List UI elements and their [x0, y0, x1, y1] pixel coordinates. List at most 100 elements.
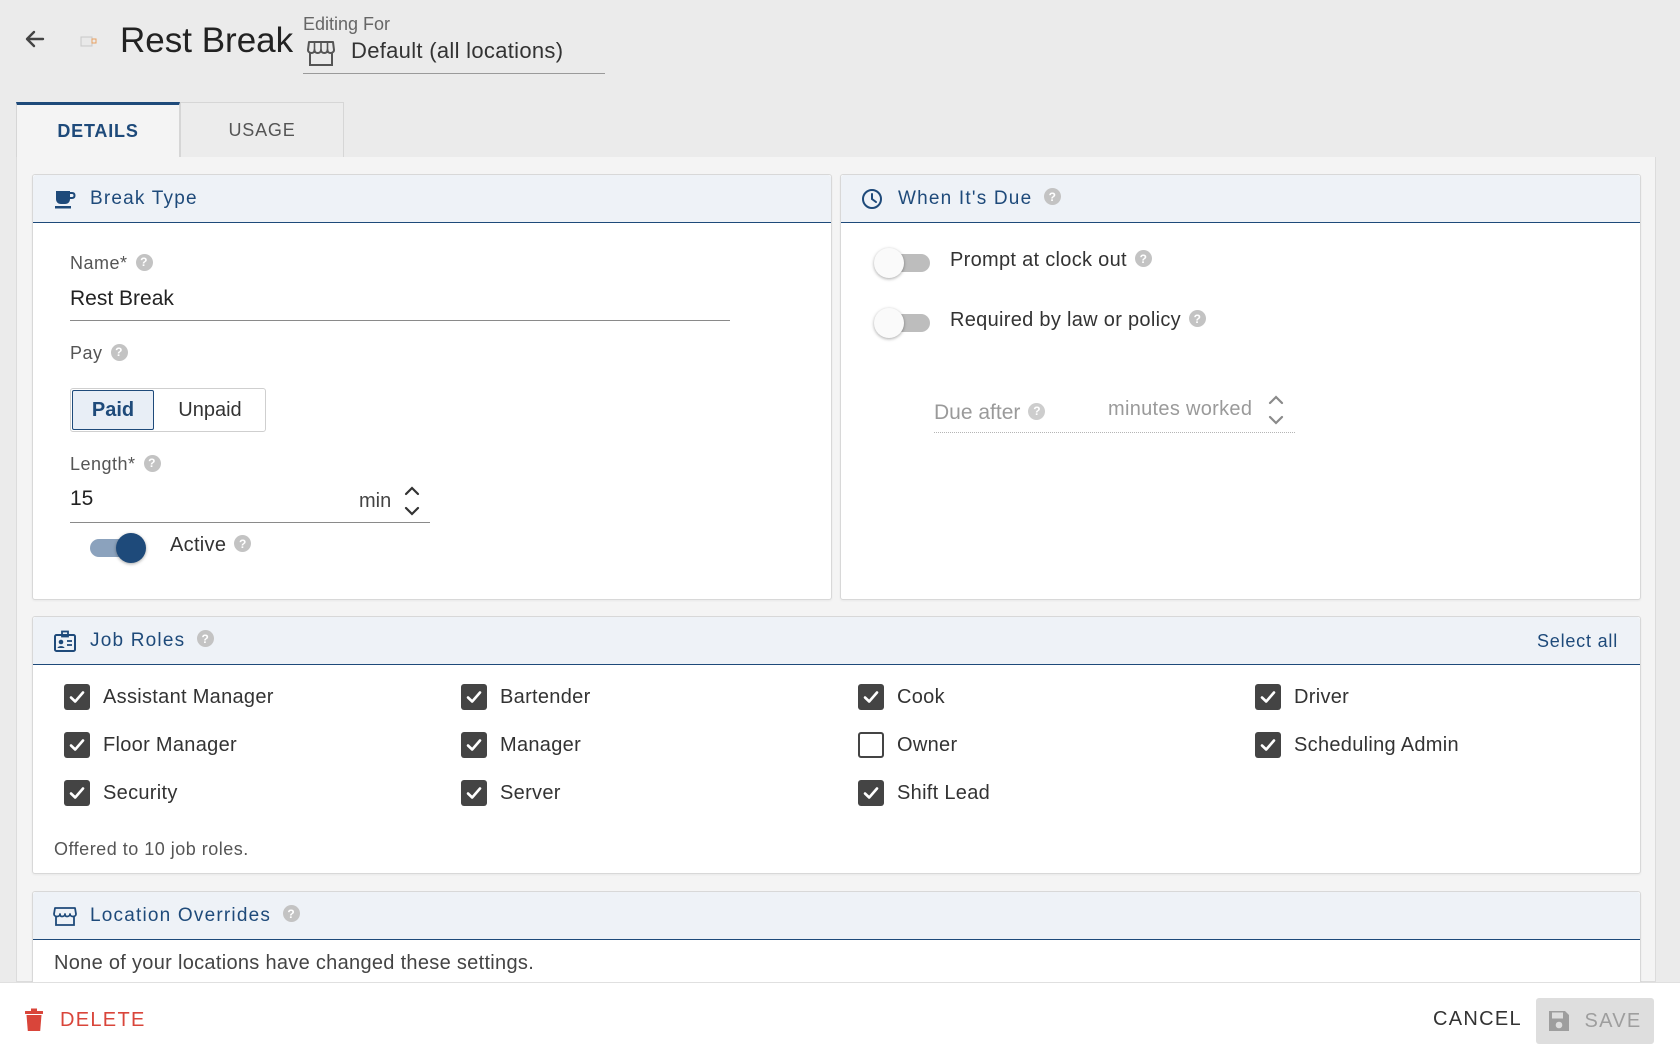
pay-unpaid-button[interactable]: Unpaid [155, 389, 265, 431]
stepper-arrows-icon[interactable] [401, 481, 423, 521]
pay-label-row: Pay? [70, 343, 128, 364]
job-role-checkbox[interactable]: Driver [1255, 684, 1349, 710]
checkbox-checked-icon [64, 732, 90, 758]
page-title: Rest Break [120, 21, 294, 60]
tab-details[interactable]: DETAILS [16, 102, 180, 158]
job-roles-card: Job Roles? Select all Assistant Manager B… [32, 616, 1641, 874]
length-unit: min [359, 490, 392, 512]
job-role-checkbox[interactable]: Assistant Manager [64, 684, 274, 710]
job-roles-title-text: Job Roles [90, 630, 186, 651]
footer-bar: DELETE CANCEL SAVE [0, 982, 1680, 1058]
help-icon[interactable]: ? [1134, 250, 1152, 268]
pay-label: Pay [70, 343, 103, 363]
job-role-checkbox[interactable]: Manager [461, 732, 581, 758]
required-policy-label-row: Required by law or policy? [950, 309, 1206, 332]
switch-knob [874, 308, 904, 338]
job-role-checkbox[interactable]: Security [64, 780, 178, 806]
tab-usage[interactable]: USAGE [180, 102, 344, 158]
job-role-checkbox[interactable]: Server [461, 780, 561, 806]
job-role-label: Owner [897, 733, 958, 756]
break-type-card: Break Type Name*? Pay? Paid Unpaid Lengt… [32, 174, 832, 600]
length-label: Length* [70, 454, 136, 474]
length-stepper: min [70, 481, 430, 523]
arrow-left-icon [25, 30, 45, 48]
required-policy-switch[interactable] [874, 307, 932, 338]
floppy-disk-icon [1549, 1011, 1570, 1031]
location-overrides-title-text: Location Overrides [90, 905, 272, 926]
clock-icon [862, 189, 882, 209]
help-icon[interactable]: ? [135, 253, 153, 271]
name-label-row: Name*? [70, 253, 153, 274]
checkbox-empty-icon [858, 732, 884, 758]
job-role-label: Security [103, 781, 178, 804]
job-role-label: Assistant Manager [103, 685, 274, 708]
job-role-checkbox[interactable]: Shift Lead [858, 780, 990, 806]
cancel-button[interactable]: CANCEL [1433, 1008, 1522, 1031]
job-role-label: Manager [500, 733, 582, 756]
help-icon[interactable]: ? [143, 454, 161, 472]
checkbox-checked-icon [64, 684, 90, 710]
job-roles-title: Job Roles? [90, 630, 215, 652]
storefront-icon [53, 907, 77, 926]
job-role-checkbox[interactable]: Cook [858, 684, 945, 710]
checkbox-checked-icon [858, 780, 884, 806]
break-type-icon [80, 36, 97, 47]
checkbox-checked-icon [461, 732, 487, 758]
delete-label: DELETE [60, 1008, 146, 1031]
job-role-label: Shift Lead [897, 781, 991, 804]
back-button[interactable] [18, 22, 52, 56]
checkbox-checked-icon [1255, 732, 1281, 758]
page-header: Rest Break Editing For Default (all loca… [0, 0, 1680, 100]
job-role-checkbox[interactable]: Owner [858, 732, 957, 758]
job-roles-header: Job Roles? Select all [33, 617, 1640, 665]
checkbox-checked-icon [858, 684, 884, 710]
editing-for-value: Default (all locations) [351, 38, 564, 63]
location-overrides-message: None of your locations have changed thes… [54, 952, 535, 974]
active-label: Active [170, 534, 227, 556]
details-panel: Break Type Name*? Pay? Paid Unpaid Lengt… [16, 157, 1656, 1001]
job-role-checkbox[interactable]: Scheduling Admin [1255, 732, 1459, 758]
length-label-row: Length*? [70, 454, 161, 475]
switch-knob [116, 533, 146, 563]
job-role-label: Scheduling Admin [1294, 733, 1459, 756]
stepper-arrows-icon[interactable] [1265, 390, 1287, 430]
due-after-unit: minutes worked [1108, 398, 1253, 420]
active-switch[interactable] [88, 532, 146, 563]
when-due-card: When It's Due? Prompt at clock out? Requ… [840, 174, 1641, 600]
job-role-label: Server [500, 781, 561, 804]
pay-paid-button[interactable]: Paid [72, 390, 154, 430]
save-button[interactable]: SAVE [1536, 998, 1654, 1044]
job-role-checkbox[interactable]: Bartender [461, 684, 591, 710]
name-label: Name* [70, 253, 128, 273]
storefront-icon [307, 41, 335, 66]
prompt-clock-out-switch[interactable] [874, 247, 932, 278]
when-due-header: When It's Due? [841, 175, 1640, 223]
id-badge-icon [54, 630, 76, 652]
active-label-row: Active? [170, 534, 252, 557]
job-role-label: Floor Manager [103, 733, 237, 756]
name-input[interactable] [70, 283, 730, 321]
length-input[interactable] [70, 485, 350, 519]
when-due-title-text: When It's Due [898, 188, 1033, 209]
job-role-label: Cook [897, 685, 945, 708]
help-icon[interactable]: ? [1188, 310, 1206, 328]
select-all-link[interactable]: Select all [1537, 631, 1618, 652]
location-overrides-title: Location Overrides? [90, 905, 301, 927]
due-after-field[interactable]: Due after? minutes worked [934, 389, 1295, 433]
job-role-checkbox[interactable]: Floor Manager [64, 732, 237, 758]
help-icon[interactable]: ? [1044, 188, 1062, 206]
help-icon[interactable]: ? [283, 905, 301, 923]
help-icon[interactable]: ? [1028, 402, 1046, 420]
delete-button[interactable]: DELETE [24, 1008, 146, 1032]
coffee-cup-icon [55, 191, 76, 209]
help-icon[interactable]: ? [234, 535, 252, 553]
help-icon[interactable]: ? [110, 343, 128, 361]
location-selector[interactable]: Editing For Default (all locations) [303, 12, 605, 74]
when-due-title: When It's Due? [898, 188, 1062, 210]
due-after-label: Due after [934, 401, 1021, 424]
help-icon[interactable]: ? [197, 630, 215, 648]
due-after-label-row: Due after? [934, 401, 1046, 425]
checkbox-checked-icon [461, 684, 487, 710]
save-label: SAVE [1584, 1009, 1642, 1032]
pay-toggle-group: Paid Unpaid [70, 388, 266, 432]
